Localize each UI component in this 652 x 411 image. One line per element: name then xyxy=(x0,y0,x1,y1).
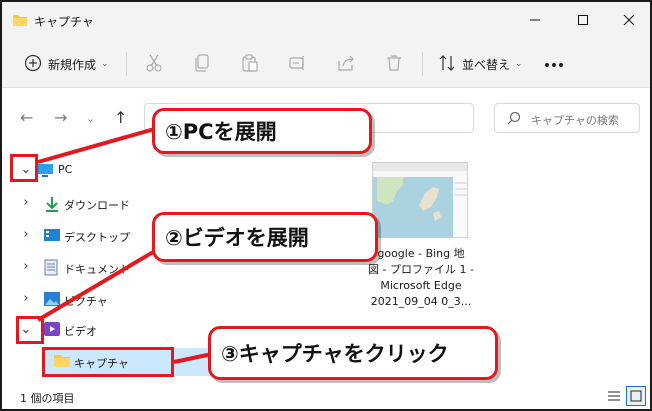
highlight-pc-expand xyxy=(10,154,38,182)
explorer-window: キャプチャ 新規作成 ⌄ 並べ替え ⌄ ← → ⌄ ↑ キャプチャの検索 ⌄ P… xyxy=(0,0,652,411)
callout-step1: ①PCを展開 xyxy=(152,108,372,154)
callout-step2: ②ビデオを展開 xyxy=(152,212,378,262)
callout-step3: ③キャプチャをクリック xyxy=(208,326,498,380)
highlight-video-expand xyxy=(16,316,44,344)
highlight-capture-folder xyxy=(42,347,174,377)
